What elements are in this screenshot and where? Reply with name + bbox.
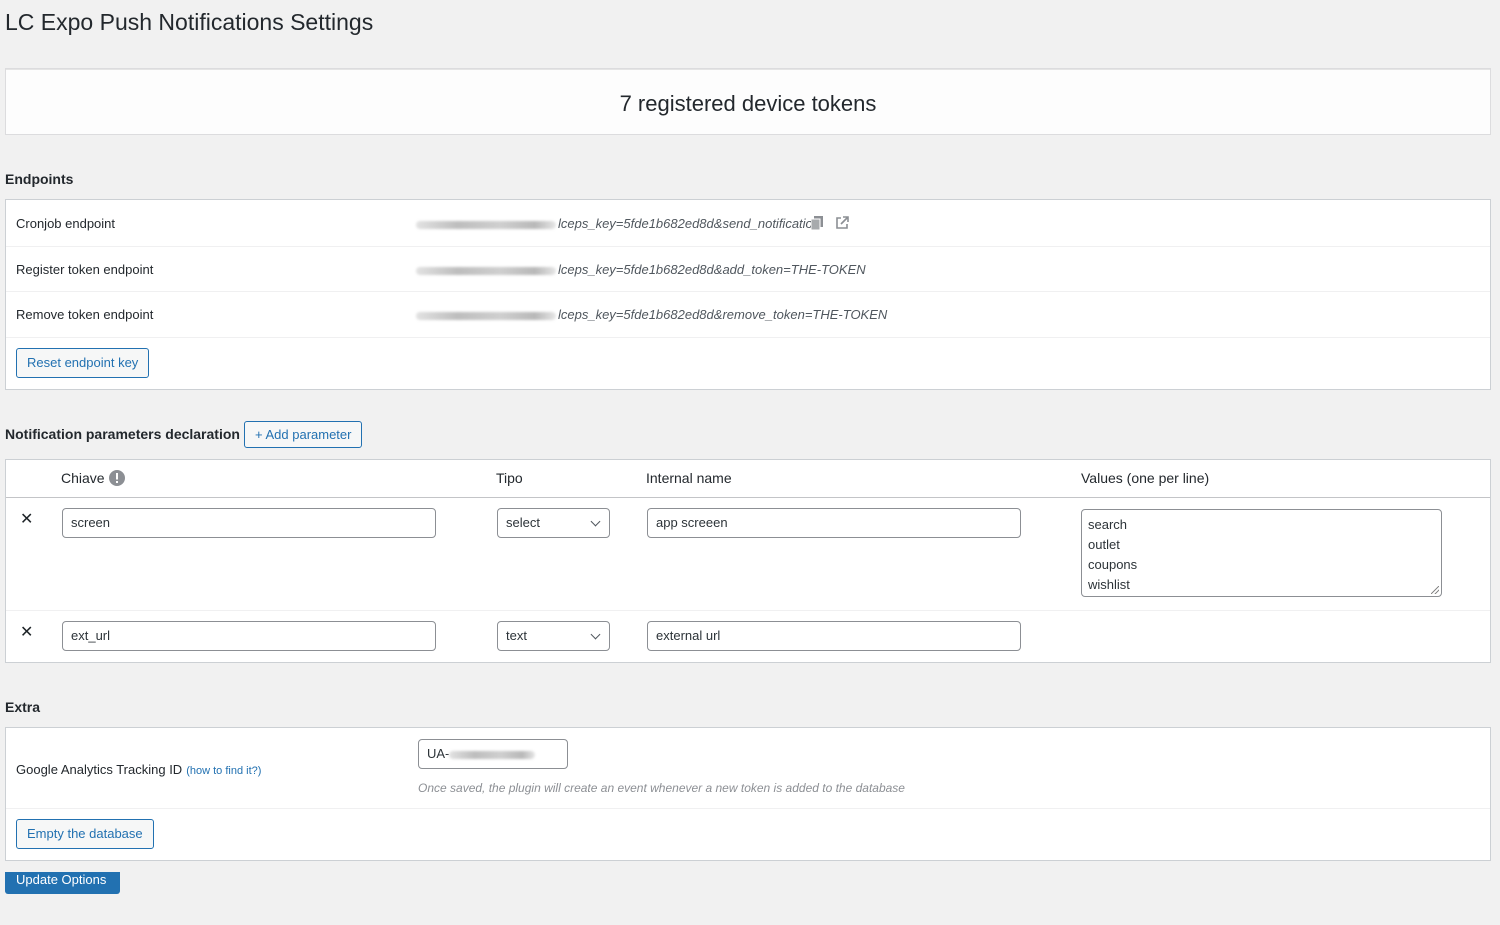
endpoint-row-register: Register token endpoint lceps_key=5fde1b… xyxy=(6,247,1490,292)
header-internal-name: Internal name xyxy=(646,470,732,486)
endpoint-url[interactable]: lceps_key=5fde1b682ed8d&send_notificatio… xyxy=(416,216,820,231)
close-icon[interactable]: ✕ xyxy=(20,509,33,529)
value-line: coupons xyxy=(1088,557,1138,572)
param-type-select[interactable]: select xyxy=(497,508,610,538)
resize-handle[interactable] xyxy=(1431,586,1439,594)
add-parameter-button[interactable]: + Add parameter xyxy=(244,421,363,448)
param-row: ✕ screen select app screeen search outle… xyxy=(6,498,1490,611)
params-table: Chiave Tipo Internal name Values (one pe… xyxy=(5,459,1491,663)
update-options-button[interactable]: Update Options xyxy=(5,872,120,894)
redacted-url xyxy=(416,220,556,229)
how-to-find-link[interactable]: (how to find it?) xyxy=(186,765,261,777)
extra-box: Google Analytics Tracking ID (how to find… xyxy=(5,727,1491,861)
param-row: ✕ ext_url text external url xyxy=(6,611,1490,663)
close-icon[interactable]: ✕ xyxy=(20,622,33,642)
value-line: search xyxy=(1088,517,1128,532)
param-values-textarea[interactable]: search outlet coupons wishlist xyxy=(1081,509,1442,597)
page-title: LC Expo Push Notifications Settings xyxy=(5,9,374,35)
endpoint-label: Register token endpoint xyxy=(16,262,154,277)
endpoint-label: Remove token endpoint xyxy=(16,307,154,322)
endpoints-box: Cronjob endpoint lceps_key=5fde1b682ed8d… xyxy=(5,199,1491,390)
header-values: Values (one per line) xyxy=(1081,470,1210,486)
external-link-icon[interactable] xyxy=(835,216,849,233)
endpoint-row-cronjob: Cronjob endpoint lceps_key=5fde1b682ed8d… xyxy=(6,200,1490,247)
endpoint-url[interactable]: lceps_key=5fde1b682ed8d&remove_token=THE… xyxy=(416,307,887,322)
endpoint-label: Cronjob endpoint xyxy=(16,216,116,231)
endpoints-title: Endpoints xyxy=(5,171,74,187)
extra-title: Extra xyxy=(5,699,41,715)
info-icon[interactable] xyxy=(109,470,125,489)
header-type: Tipo xyxy=(496,470,523,486)
param-key-input[interactable]: ext_url xyxy=(62,621,436,651)
header-key: Chiave xyxy=(61,470,105,486)
copy-icon[interactable] xyxy=(810,216,824,233)
redacted-url xyxy=(416,311,556,320)
param-type-select[interactable]: text xyxy=(497,621,610,651)
param-key-input[interactable]: screen xyxy=(62,508,436,538)
redacted-id xyxy=(449,750,536,759)
tokens-summary: 7 registered device tokens xyxy=(619,91,877,116)
redacted-url xyxy=(416,266,556,275)
params-header-row: Chiave Tipo Internal name Values (one pe… xyxy=(6,460,1490,498)
param-internal-name-input[interactable]: external url xyxy=(647,621,1021,651)
ga-label: Google Analytics Tracking ID (how to find… xyxy=(16,762,262,777)
value-line: wishlist xyxy=(1088,577,1130,592)
ga-hint: Once saved, the plugin will create an ev… xyxy=(418,781,905,795)
endpoint-url[interactable]: lceps_key=5fde1b682ed8d&add_token=THE-TO… xyxy=(416,262,866,277)
tokens-summary-box: 7 registered device tokens xyxy=(5,68,1491,135)
endpoint-row-remove: Remove token endpoint lceps_key=5fde1b68… xyxy=(6,292,1490,338)
ga-tracking-input[interactable]: UA- xyxy=(418,739,568,769)
ga-row: Google Analytics Tracking ID (how to find… xyxy=(6,728,1490,809)
param-internal-name-input[interactable]: app screeen xyxy=(647,508,1021,538)
value-line: outlet xyxy=(1088,537,1120,552)
params-title: Notification parameters declaration xyxy=(5,426,240,442)
empty-database-button[interactable]: Empty the database xyxy=(16,819,154,849)
reset-endpoint-key-button[interactable]: Reset endpoint key xyxy=(16,348,150,378)
